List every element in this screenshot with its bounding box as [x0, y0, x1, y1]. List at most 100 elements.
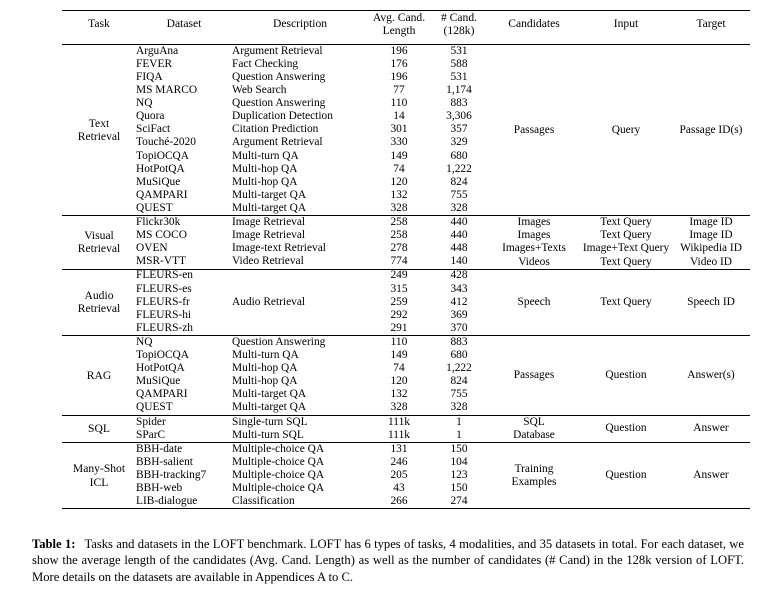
cell-input: Question [580, 441, 672, 509]
table-header-row: Task Dataset Description Avg. Cand. Lengt… [62, 10, 750, 45]
cell-dataset: TopiOCQA [136, 149, 189, 162]
cell-description: Multi-hop QA [232, 175, 298, 188]
cell-input: Text Query [580, 215, 672, 230]
cell-avg-cand-length: 330 [390, 136, 408, 149]
cell-dataset: BBH-salient [136, 455, 193, 468]
cell-avg-cand-length: 132 [390, 388, 408, 401]
table-row: SQL Spider Single-turn SQL 111k 1 SQL Database… [62, 414, 750, 443]
cell-num-cand: 370 [450, 321, 468, 334]
task-label-line2: ICL [89, 475, 109, 489]
cell-description-empty [232, 268, 368, 283]
cell-candidates: SQL Database [488, 414, 580, 443]
cell-description: Argument Retrieval [232, 44, 323, 57]
cell-avg-cand-length: 111k [368, 414, 430, 429]
column-header-input: Input [580, 10, 672, 45]
caption-label: Table 1: [32, 537, 76, 551]
cell-dataset: SParC [136, 428, 166, 441]
cell-avg-cand-length: 205 [390, 468, 408, 481]
table-body: Text Retrieval ArguAna Argument Retrieval 19… [62, 44, 750, 510]
cell-description: Classification [232, 495, 295, 508]
cell-num-cand: 680 [450, 149, 468, 162]
cell-num-cand: 824 [450, 375, 468, 388]
task-label-line1: Visual [84, 229, 114, 243]
cell-dataset: FIQA [136, 71, 163, 83]
cell-avg-cand-length: 258 [368, 215, 430, 230]
cell-input: Question [580, 414, 672, 443]
column-header-dataset: Dataset [136, 10, 232, 45]
cell-target: Video ID [689, 255, 733, 268]
cell-description-empty [232, 322, 368, 336]
cell-avg-cand-length: 291 [390, 321, 408, 334]
cell-num-cand: 588 [450, 57, 468, 70]
cell-description: Multi-turn QA [232, 349, 299, 362]
cell-description: Multiple-choice QA [232, 441, 368, 456]
cell-input: Query [611, 123, 641, 136]
cell-description: Multi-target QA [232, 388, 307, 401]
table-bottom-rule [62, 508, 750, 510]
cell-description: Image Retrieval [232, 215, 368, 230]
cell-num-cand: 343 [450, 282, 468, 295]
cell-target: Answer [672, 414, 750, 443]
table-container: Task Dataset Description Avg. Cand. Lengt… [62, 10, 750, 510]
cell-candidates-line1: Training [514, 462, 554, 475]
task-label-line1: RAG [86, 368, 112, 382]
cell-avg-cand-length: 328 [390, 201, 408, 214]
column-header-description: Description [232, 10, 368, 45]
cell-num-cand: 448 [450, 242, 468, 255]
cell-dataset: Quora [136, 110, 165, 123]
cell-input: Text Query [600, 255, 652, 268]
cell-target: Wikipedia ID [680, 242, 742, 255]
cell-num-cand: 1,222 [446, 162, 472, 175]
cell-dataset: MS MARCO [136, 84, 198, 97]
cell-target: Speech ID [672, 268, 750, 336]
cell-input: Image+Text Query [582, 242, 670, 255]
cell-num-cand: 1 [456, 428, 462, 441]
cell-avg-cand-length: 74 [393, 362, 405, 375]
cell-num-cand: 274 [450, 495, 468, 508]
cell-num-cand: 412 [450, 295, 468, 308]
cell-dataset: QAMPARI [136, 388, 188, 401]
cell-dataset: FEVER [136, 57, 173, 70]
cell-target: Answer [672, 441, 750, 509]
rule-cell [488, 508, 580, 510]
cell-num-cand: 824 [450, 175, 468, 188]
cell-candidates: Images+Texts [502, 242, 566, 255]
cell-dataset: Spider [136, 414, 232, 429]
rule-cell [62, 508, 136, 510]
cell-dataset: FLEURS-fr [136, 295, 190, 308]
cell-avg-cand-length: 196 [390, 71, 408, 83]
cell-num-cand: 755 [450, 188, 468, 201]
cell-dataset: Flickr30k [136, 215, 232, 230]
cell-avg-cand-length: 246 [390, 455, 408, 468]
cell-candidates: Passages [513, 123, 555, 136]
cell-dataset: MuSiQue [136, 175, 181, 188]
cell-avg-cand-length: 176 [390, 57, 408, 70]
cell-num-cand: 440 [430, 215, 488, 230]
cell-dataset: FLEURS-en [136, 268, 232, 283]
cell-description: Argument Retrieval [232, 136, 323, 149]
cell-avg-cand-length: 14 [393, 110, 405, 123]
cell-dataset: FLEURS-es [136, 282, 192, 295]
cell-description: Multi-turn QA [232, 149, 299, 162]
cell-avg-cand-length: 110 [390, 97, 408, 110]
cell-description: Multi-turn SQL [232, 428, 304, 441]
cell-target: Passage ID(s) [679, 123, 743, 136]
cell-candidates-line1: SQL [523, 415, 545, 428]
table-row: Text Retrieval ArguAna Argument Retrieval 19… [62, 44, 750, 143]
cell-dataset: BBH-date [136, 441, 232, 456]
cell-dataset: HotPotQA [136, 362, 185, 375]
cell-avg-cand-length: 120 [390, 375, 408, 388]
cell-num-cand: 104 [450, 455, 468, 468]
task-label-line1: Many-Shot [72, 462, 126, 476]
cell-avg-cand-length: 266 [390, 495, 408, 508]
cell-dataset: QUEST [136, 401, 173, 414]
cell-dataset: FLEURS-zh [136, 321, 193, 334]
table-row: RAG NQ Question Answering 110 883 Passages Que… [62, 335, 750, 416]
task-label-line1: Text [88, 116, 110, 130]
cell-avg-cand-length: 292 [390, 308, 408, 321]
cell-description: Fact Checking [232, 57, 299, 70]
cell-target: Answer(s) [672, 335, 750, 416]
cell-avg-cand-length: 131 [368, 441, 430, 456]
cell-dataset: NQ [136, 335, 232, 350]
cell-num-cand: 428 [430, 268, 488, 283]
